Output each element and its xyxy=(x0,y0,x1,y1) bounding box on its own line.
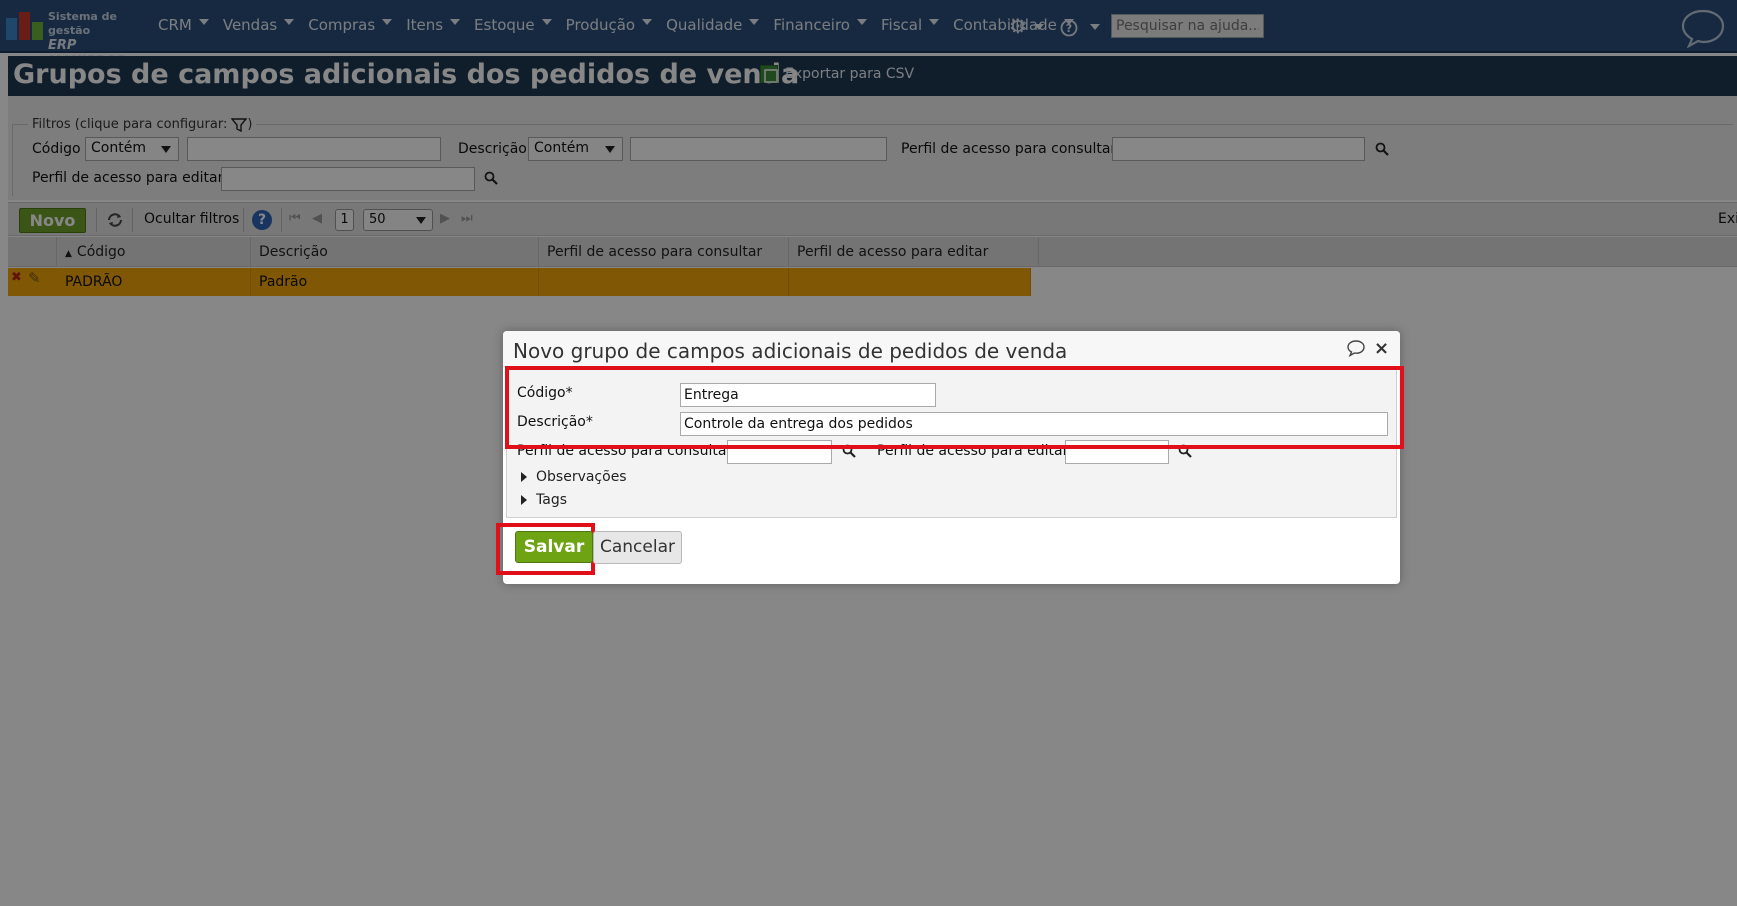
observacoes-label: Observações xyxy=(536,469,627,485)
dialog-title: Novo grupo de campos adicionais de pedid… xyxy=(513,339,1068,363)
close-icon[interactable]: × xyxy=(1374,338,1389,359)
save-button[interactable]: Salvar xyxy=(515,531,593,563)
tags-label: Tags xyxy=(536,492,567,508)
highlight-box-fields xyxy=(505,366,1404,449)
chevron-right-icon xyxy=(521,472,527,482)
comment-icon[interactable] xyxy=(1346,339,1366,357)
observacoes-toggle[interactable]: Observações xyxy=(521,469,627,485)
tags-toggle[interactable]: Tags xyxy=(521,492,567,508)
new-group-dialog: Novo grupo de campos adicionais de pedid… xyxy=(496,331,1404,584)
chevron-right-icon xyxy=(521,495,527,505)
cancel-button[interactable]: Cancelar xyxy=(593,531,682,564)
